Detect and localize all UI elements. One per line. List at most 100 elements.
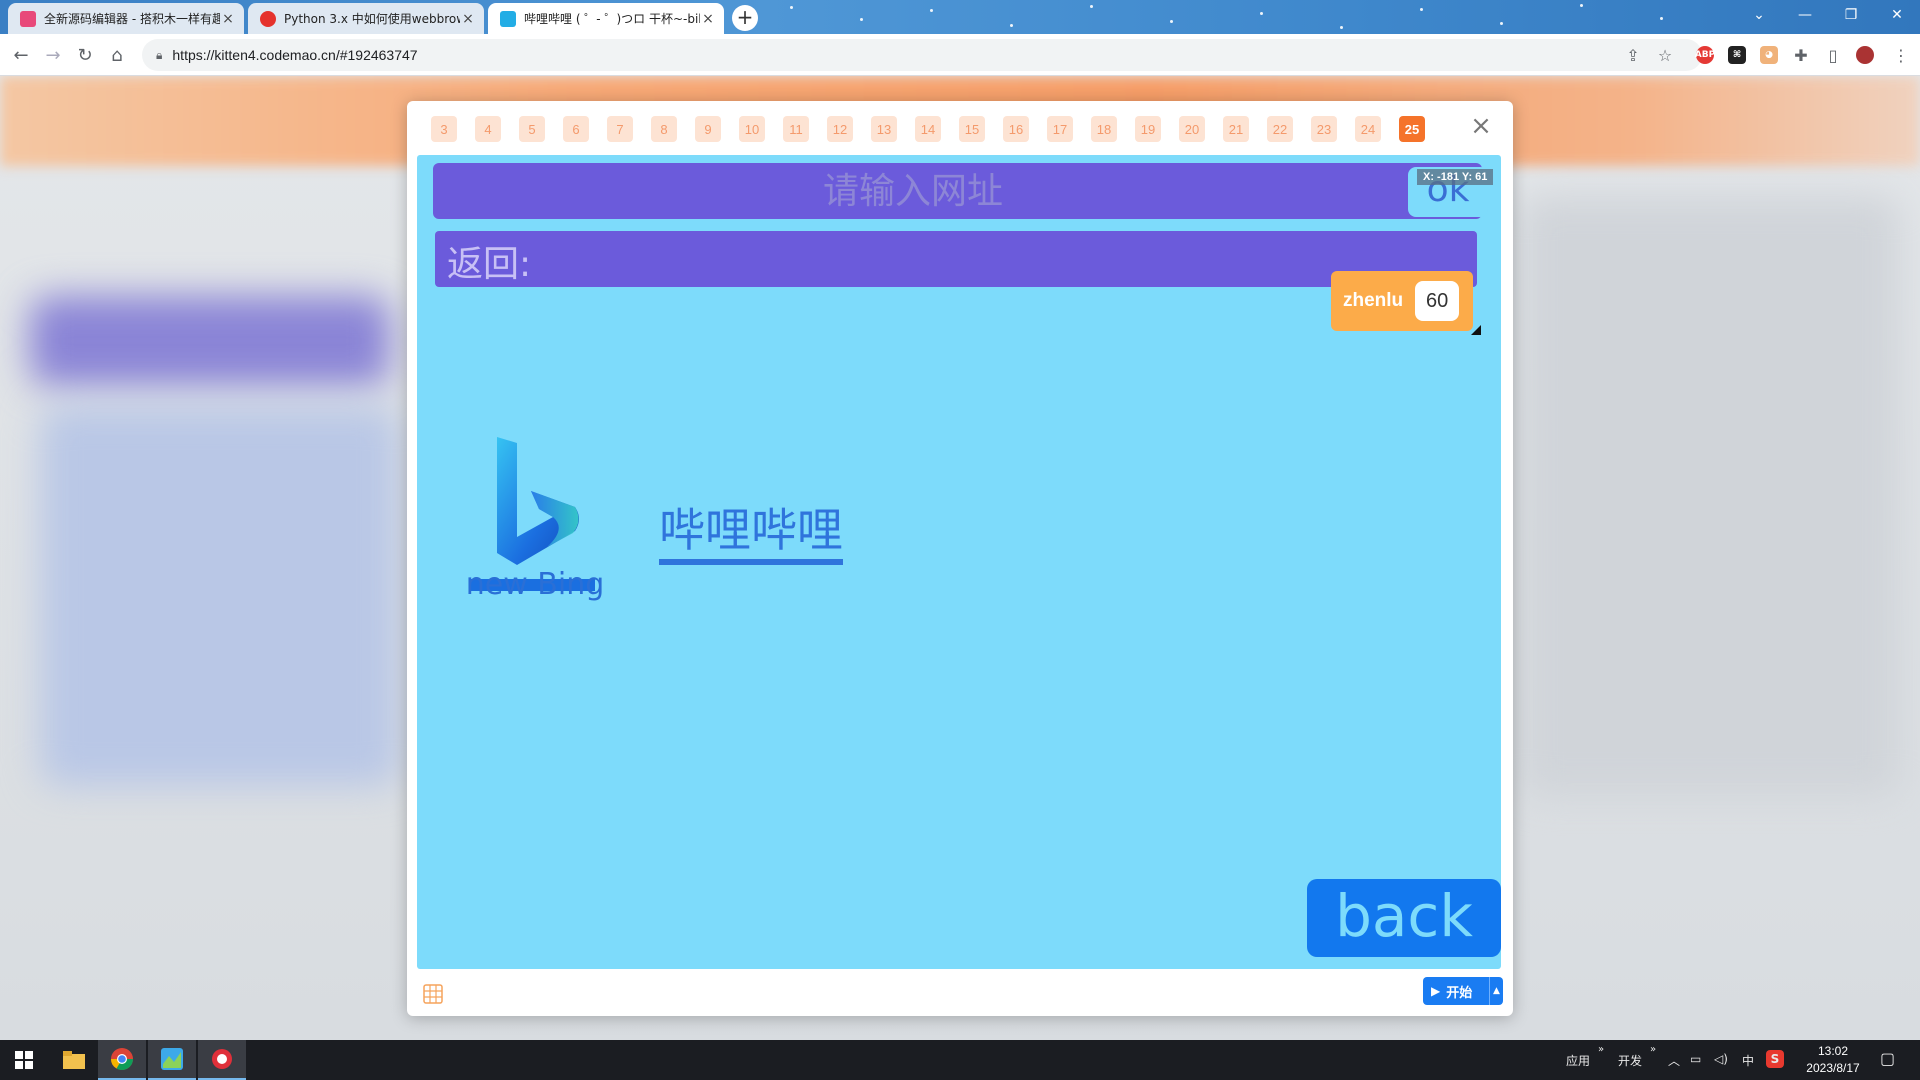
scene-tab[interactable]: 18 xyxy=(1091,116,1117,142)
clock-date: 2023/8/17 xyxy=(1806,1061,1860,1075)
scene-tab[interactable]: 24 xyxy=(1355,116,1381,142)
tab-search-chevron-icon[interactable]: ⌄ xyxy=(1736,0,1782,30)
modal-close-icon[interactable]: × xyxy=(1467,113,1495,141)
chevron-icon: » xyxy=(1650,1044,1657,1055)
close-icon[interactable]: × xyxy=(220,11,236,27)
scene-tab[interactable]: 5 xyxy=(519,116,545,142)
browser-tab-python[interactable]: Python 3.x 中如何使用webbrowser × xyxy=(248,3,484,34)
blurred-banner xyxy=(30,296,390,386)
menu-kebab-icon[interactable]: ⋮ xyxy=(1888,42,1914,68)
windows-start-icon[interactable] xyxy=(0,1040,48,1080)
extension-icon[interactable]: ⌘ xyxy=(1728,46,1746,64)
scene-tab[interactable]: 11 xyxy=(783,116,809,142)
browser-tab-bilibili[interactable]: 哔哩哔哩 ( ゜- ゜)つロ 干杯~-bilibili × xyxy=(488,3,724,34)
decor-star xyxy=(1260,12,1263,15)
taskbar-dev-label[interactable]: 开发 xyxy=(1618,1052,1642,1069)
variable-monitor[interactable]: zhenlu 60 xyxy=(1331,271,1473,331)
bing-label: new Bing xyxy=(465,567,605,602)
scene-tab[interactable]: 23 xyxy=(1311,116,1337,142)
decor-star xyxy=(1500,22,1503,25)
resize-handle-icon[interactable] xyxy=(1471,325,1481,335)
forward-arrow-icon[interactable]: → xyxy=(40,42,66,68)
notification-icon[interactable]: ▢ xyxy=(1880,1049,1895,1068)
tab-title: 哔哩哔哩 ( ゜- ゜)つロ 干杯~-bilibili xyxy=(524,12,700,26)
bilibili-favicon-icon xyxy=(500,10,516,27)
share-icon[interactable]: ⇪ xyxy=(1620,42,1646,68)
variable-value: 60 xyxy=(1415,281,1460,321)
scene-tab[interactable]: 13 xyxy=(871,116,897,142)
scene-tab[interactable]: 17 xyxy=(1047,116,1073,142)
taskbar-apps-label[interactable]: 应用 xyxy=(1566,1052,1590,1069)
xiu-app-icon[interactable] xyxy=(198,1040,246,1080)
start-label: 开始 xyxy=(1446,985,1473,1001)
codemao-favicon-icon xyxy=(20,10,36,27)
tray-expand-icon[interactable]: ︿ xyxy=(1668,1052,1680,1069)
volume-icon[interactable]: ◁) xyxy=(1714,1052,1728,1066)
restore-icon[interactable]: ❐ xyxy=(1828,0,1874,30)
home-icon[interactable]: ⌂ xyxy=(104,42,130,68)
decor-star xyxy=(1580,4,1583,7)
blurred-panel xyxy=(40,406,400,786)
chrome-icon[interactable] xyxy=(98,1040,146,1080)
maps-app-icon[interactable] xyxy=(148,1040,196,1080)
decor-star xyxy=(1660,17,1663,20)
scene-tab[interactable]: 10 xyxy=(739,116,765,142)
window-close-icon[interactable]: ✕ xyxy=(1874,0,1920,30)
scene-tab[interactable]: 20 xyxy=(1179,116,1205,142)
bilibili-link[interactable]: 哔哩哔哩 xyxy=(659,503,843,565)
browser-tab-codemao[interactable]: 全新源码编辑器 - 搭积木一样有趣 × xyxy=(8,3,244,34)
new-tab-button[interactable]: + xyxy=(732,5,758,31)
taskbar: 应用 » 开发 » ︿ ▭ ◁) 中 S 13:02 2023/8/17 ▢ xyxy=(0,1040,1920,1080)
close-icon[interactable]: × xyxy=(460,11,476,27)
scene-tab-active[interactable]: 25 xyxy=(1399,116,1425,142)
back-label-bar: 返回: xyxy=(435,231,1477,287)
avatar[interactable] xyxy=(1856,46,1874,64)
scene-tab[interactable]: 19 xyxy=(1135,116,1161,142)
sogou-ime-icon[interactable]: S xyxy=(1766,1050,1784,1068)
close-icon[interactable]: × xyxy=(700,11,716,27)
bookmark-star-icon[interactable]: ☆ xyxy=(1652,42,1678,68)
extensions-puzzle-icon[interactable]: ✚ xyxy=(1788,42,1814,68)
stage-canvas: ok X: -181 Y: 61 返回: zhenlu 60 xyxy=(417,155,1501,969)
scene-tab[interactable]: 22 xyxy=(1267,116,1293,142)
back-label: 返回: xyxy=(447,244,532,285)
extension-icon[interactable]: ◕ xyxy=(1760,46,1778,64)
scene-tab[interactable]: 9 xyxy=(695,116,721,142)
scene-tab[interactable]: 8 xyxy=(651,116,677,142)
ime-label[interactable]: 中 xyxy=(1742,1052,1754,1069)
decor-star xyxy=(930,9,933,12)
reload-icon[interactable]: ↻ xyxy=(72,42,98,68)
chevron-icon: » xyxy=(1598,1044,1605,1055)
scene-tab[interactable]: 6 xyxy=(563,116,589,142)
scene-tab[interactable]: 16 xyxy=(1003,116,1029,142)
minimize-icon[interactable]: — xyxy=(1782,0,1828,30)
clock-time: 13:02 xyxy=(1817,1044,1849,1058)
side-panel-icon[interactable]: ▯ xyxy=(1820,42,1846,68)
grid-icon[interactable] xyxy=(423,984,443,1004)
scene-tab[interactable]: 7 xyxy=(607,116,633,142)
lock-icon: 🔒︎ xyxy=(156,47,163,62)
address-bar[interactable]: 🔒︎ https://kitten4.codemao.cn/#192463747 xyxy=(142,39,1702,71)
back-button[interactable]: back xyxy=(1307,879,1501,957)
scene-tab[interactable]: 3 xyxy=(431,116,457,142)
scene-tab[interactable]: 14 xyxy=(915,116,941,142)
scene-tab[interactable]: 4 xyxy=(475,116,501,142)
start-button[interactable]: ▶ 开始 ▲ xyxy=(1423,977,1503,1005)
taskbar-clock[interactable]: 13:02 2023/8/17 xyxy=(1798,1043,1868,1077)
decor-star xyxy=(1420,8,1423,11)
scene-tab[interactable]: 12 xyxy=(827,116,853,142)
back-arrow-icon[interactable]: ← xyxy=(8,42,34,68)
scene-tab[interactable]: 15 xyxy=(959,116,985,142)
caret-up-icon[interactable]: ▲ xyxy=(1489,977,1503,1005)
url-input[interactable] xyxy=(433,163,1393,219)
decor-star xyxy=(1170,20,1173,23)
file-explorer-icon[interactable] xyxy=(50,1040,98,1080)
adblock-extension-icon[interactable]: ABP xyxy=(1695,46,1715,64)
scene-tab[interactable]: 21 xyxy=(1223,116,1249,142)
player-modal: 3 4 5 6 7 8 9 10 11 12 13 14 15 16 17 18… xyxy=(407,101,1513,1016)
decor-star xyxy=(790,6,793,9)
decor-star xyxy=(1340,26,1343,29)
browser-tab-strip: 全新源码编辑器 - 搭积木一样有趣 × Python 3.x 中如何使用webb… xyxy=(0,0,1920,34)
network-icon[interactable]: ▭ xyxy=(1690,1052,1701,1066)
php-cn-favicon-icon xyxy=(260,10,276,27)
